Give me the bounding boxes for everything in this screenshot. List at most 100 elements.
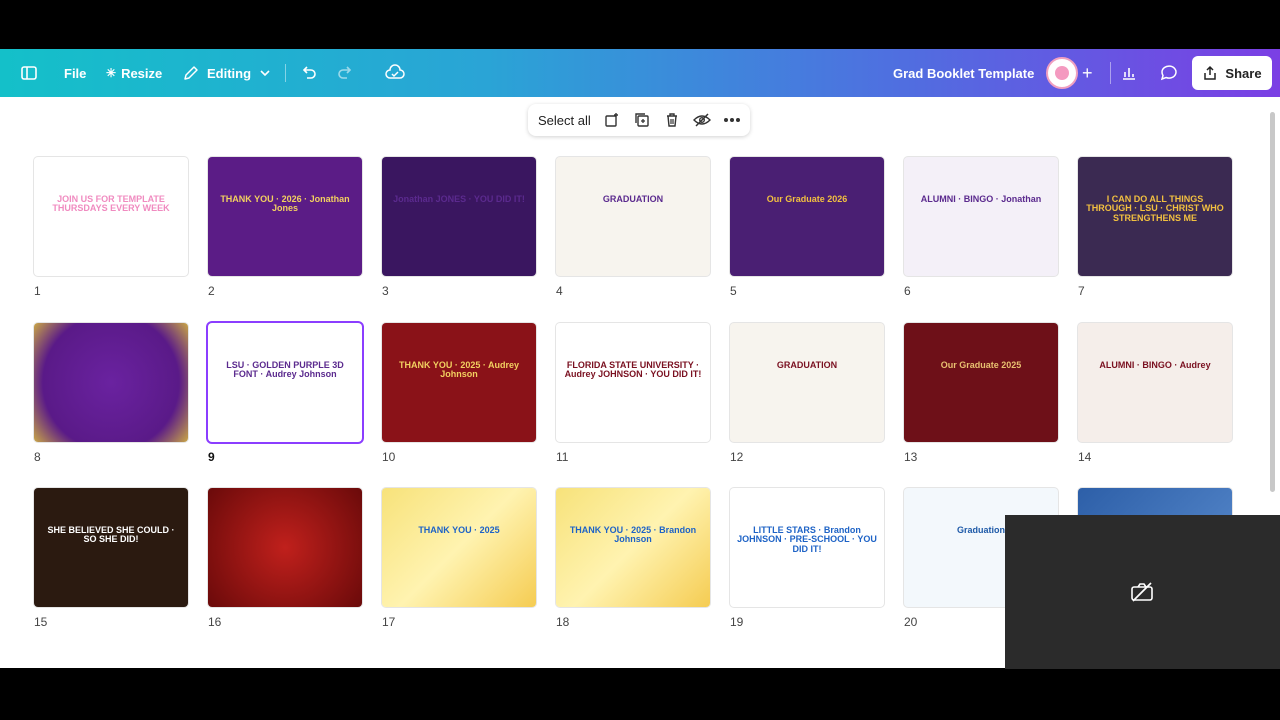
page-thumbnail[interactable]: THANK YOU · 2025 [382, 488, 536, 607]
page-number-label: 14 [1078, 450, 1092, 464]
page-number-label: 9 [208, 450, 215, 464]
page-thumbnail-text: THANK YOU · 2025 [418, 525, 500, 535]
resize-button[interactable]: ✳ Resize [106, 49, 162, 97]
page-thumbnail[interactable]: THANK YOU · 2025 · Brandon Johnson [556, 488, 710, 607]
page-thumbnail-text: LITTLE STARS · Brandon JOHNSON · PRE-SCH… [737, 525, 877, 554]
add-page-icon [605, 113, 618, 127]
share-upload-icon [1204, 65, 1217, 80]
page-thumbnail[interactable]: JOIN US FOR TEMPLATE THURSDAYS EVERY WEE… [34, 157, 188, 276]
page-number-label: 8 [34, 450, 41, 464]
add-page-button[interactable] [597, 105, 627, 135]
vertical-scrollbar[interactable] [1270, 112, 1275, 492]
more-icon [723, 118, 740, 122]
page-number-label: 18 [556, 615, 570, 629]
page-thumbnail[interactable]: SHE BELIEVED SHE COULD · SO SHE DID! [34, 488, 188, 607]
camera-overlay-panel [1005, 515, 1280, 669]
page-thumbnail-text: ALUMNI · BINGO · Jonathan [920, 194, 1042, 204]
page-thumbnail-text: SHE BELIEVED SHE COULD · SO SHE DID! [47, 525, 175, 545]
editing-mode-dropdown[interactable]: Editing [183, 49, 271, 97]
hide-button[interactable] [687, 105, 717, 135]
page-thumbnail-text: JOIN US FOR TEMPLATE THURSDAYS EVERY WEE… [52, 194, 170, 214]
resize-label: Resize [121, 65, 163, 81]
page-thumbnail[interactable]: THANK YOU · 2025 · Audrey Johnson [382, 323, 536, 442]
page-thumbnail[interactable] [208, 488, 362, 607]
comments-button[interactable] [1159, 49, 1179, 97]
share-label: Share [1225, 65, 1262, 81]
page-thumbnail[interactable]: GRADUATION [730, 323, 884, 442]
page-number-label: 20 [904, 615, 918, 629]
delete-button[interactable] [657, 105, 687, 135]
redo-icon [338, 66, 352, 79]
page-number-label: 3 [382, 284, 389, 298]
page-thumbnail-text: THANK YOU · 2025 · Brandon Johnson [569, 525, 697, 545]
page-number-label: 7 [1078, 284, 1085, 298]
sparkle-icon: ✳ [106, 66, 117, 80]
selection-toolbar: Select all [528, 104, 750, 136]
duplicate-button[interactable] [627, 105, 657, 135]
sidebar-toggle-button[interactable] [20, 49, 38, 97]
editor-toolbar: File ✳ Resize Editing Grad Booklet Templ… [0, 49, 1280, 97]
trash-icon [666, 113, 677, 127]
page-thumbnail-text: GRADUATION [776, 360, 838, 370]
page-number-label: 6 [904, 284, 911, 298]
add-collaborator-button[interactable]: + [1082, 49, 1093, 97]
page-number-label: 5 [730, 284, 737, 298]
page-thumbnail[interactable]: LSU · GOLDEN PURPLE 3D FONT · Audrey Joh… [208, 323, 362, 442]
page-thumbnail-text: ALUMNI · BINGO · Audrey [1099, 360, 1211, 370]
page-thumbnail[interactable]: THANK YOU · 2026 · Jonathan Jones [208, 157, 362, 276]
share-button[interactable]: Share [1192, 56, 1272, 90]
page-thumbnail-text: THANK YOU · 2026 · Jonathan Jones [220, 194, 350, 214]
sidebar-toggle-icon [21, 66, 37, 80]
page-number-label: 1 [34, 284, 41, 298]
page-thumbnail[interactable]: Jonathan JONES · YOU DID IT! [382, 157, 536, 276]
page-number-label: 2 [208, 284, 215, 298]
toolbar-divider [285, 64, 286, 82]
avatar-icon [1046, 57, 1078, 89]
page-number-label: 19 [730, 615, 744, 629]
page-thumbnail[interactable] [34, 323, 188, 442]
select-all-button[interactable]: Select all [528, 113, 597, 128]
undo-icon [302, 66, 316, 79]
cloud-check-icon [385, 64, 405, 79]
page-number-label: 15 [34, 615, 48, 629]
camera-off-icon [1131, 582, 1153, 602]
page-number-label: 17 [382, 615, 396, 629]
page-thumbnail-text: Our Graduate 2026 [766, 194, 848, 204]
page-number-label: 11 [556, 450, 569, 464]
comment-icon [1160, 65, 1177, 81]
redo-button[interactable] [336, 49, 354, 97]
undo-button[interactable] [300, 49, 318, 97]
page-thumbnail[interactable]: GRADUATION [556, 157, 710, 276]
page-thumbnail[interactable]: Our Graduate 2025 [904, 323, 1058, 442]
page-number-label: 4 [556, 284, 563, 298]
bar-chart-icon [1123, 68, 1135, 80]
page-thumbnail[interactable]: I CAN DO ALL THINGS THROUGH · LSU · CHRI… [1078, 157, 1232, 276]
page-thumbnail-text: GRADUATION [602, 194, 664, 204]
page-thumbnail-text: Our Graduate 2025 [940, 360, 1022, 370]
page-number-label: 12 [730, 450, 744, 464]
page-number-label: 10 [382, 450, 396, 464]
page-number-label: 16 [208, 615, 222, 629]
document-title[interactable]: Grad Booklet Template [893, 49, 1034, 97]
hide-icon [692, 113, 711, 127]
editing-label: Editing [207, 65, 252, 81]
page-thumbnail-text: FLORIDA STATE UNIVERSITY · Audrey JOHNSO… [564, 360, 702, 380]
insights-button[interactable] [1120, 49, 1138, 97]
page-thumbnail[interactable]: ALUMNI · BINGO · Audrey [1078, 323, 1232, 442]
page-thumbnail[interactable]: Our Graduate 2026 [730, 157, 884, 276]
page-thumbnail[interactable]: LITTLE STARS · Brandon JOHNSON · PRE-SCH… [730, 488, 884, 607]
page-thumbnail-text: THANK YOU · 2025 · Audrey Johnson [398, 360, 520, 380]
chevron-down-icon [260, 70, 270, 77]
file-menu-button[interactable]: File [64, 49, 86, 97]
user-avatar[interactable] [1046, 49, 1078, 97]
page-number-label: 13 [904, 450, 918, 464]
toolbar-divider [1110, 62, 1111, 84]
page-thumbnail[interactable]: FLORIDA STATE UNIVERSITY · Audrey JOHNSO… [556, 323, 710, 442]
duplicate-icon [635, 113, 649, 127]
page-thumbnail-text: Jonathan JONES · YOU DID IT! [393, 194, 525, 204]
cloud-save-status[interactable] [385, 49, 405, 97]
page-thumbnail[interactable]: ALUMNI · BINGO · Jonathan [904, 157, 1058, 276]
plus-icon: + [1082, 62, 1093, 83]
pencil-icon [184, 66, 198, 80]
more-options-button[interactable] [717, 105, 747, 135]
